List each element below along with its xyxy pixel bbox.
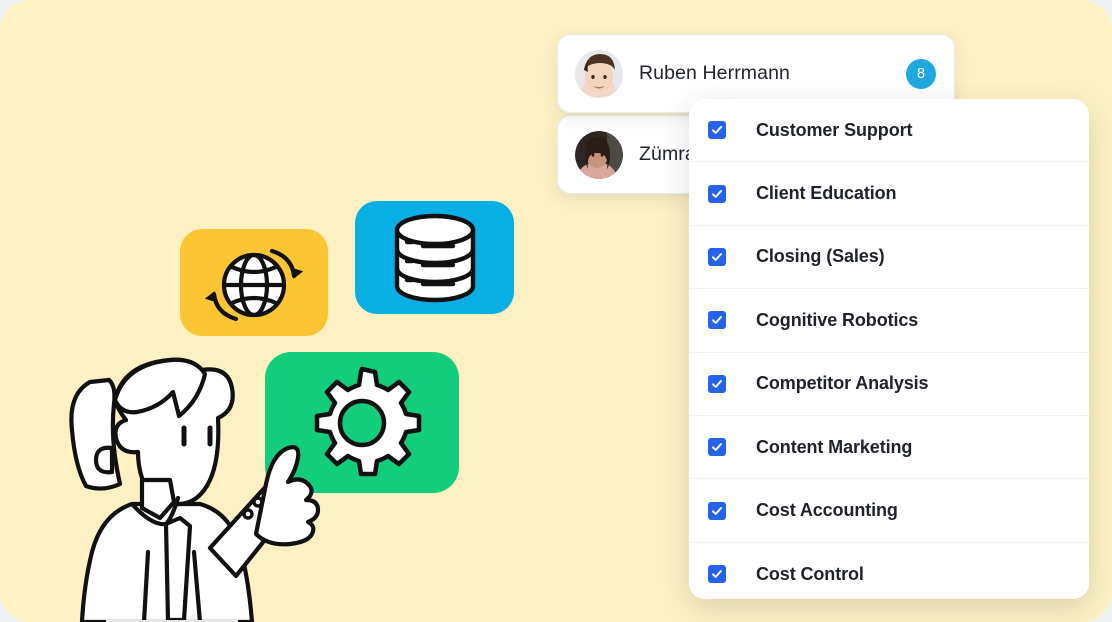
dropdown-item-label: Closing (Sales) — [756, 246, 885, 267]
dropdown-item[interactable]: Content Marketing — [689, 415, 1089, 480]
dropdown-item-label: Client Education — [756, 183, 897, 204]
dropdown-item-label: Content Marketing — [756, 436, 913, 457]
dropdown-item-label: Cost Accounting — [756, 500, 898, 521]
character-woman-pointing — [60, 352, 340, 622]
avatar — [575, 130, 623, 179]
tile-globe-sync — [180, 229, 328, 336]
dropdown-item[interactable]: Cost Accounting — [689, 479, 1089, 543]
checkbox-checked-icon[interactable] — [708, 121, 726, 140]
user-name: Ruben Herrmann — [639, 62, 790, 84]
database-icon — [389, 208, 481, 308]
dropdown-item-label: Competitor Analysis — [756, 373, 929, 394]
dropdown-item-label: Customer Support — [756, 119, 913, 140]
dropdown-item[interactable]: Cost Control — [689, 542, 1089, 599]
status-badge: 8 — [906, 58, 936, 89]
dropdown-item-label: Cognitive Robotics — [756, 309, 919, 330]
checkbox-checked-icon[interactable] — [708, 374, 726, 393]
tile-database — [355, 201, 514, 314]
canvas: Ruben Herrmann 8 Zümra Customer Support … — [0, 0, 1112, 622]
dropdown-item[interactable]: Competitor Analysis — [689, 352, 1089, 416]
multi-select-dropdown[interactable]: Customer Support Client Education Closin… — [689, 99, 1089, 599]
checkbox-checked-icon[interactable] — [708, 247, 726, 266]
checkbox-checked-icon[interactable] — [708, 184, 726, 203]
dropdown-item[interactable]: Cognitive Robotics — [689, 289, 1089, 353]
dropdown-item[interactable]: Customer Support — [689, 99, 1089, 163]
checkbox-checked-icon[interactable] — [708, 438, 726, 457]
dropdown-item[interactable]: Client Education — [689, 162, 1089, 226]
checkbox-checked-icon[interactable] — [708, 501, 726, 520]
checkbox-checked-icon[interactable] — [708, 311, 726, 330]
checkbox-checked-icon[interactable] — [708, 565, 726, 584]
globe-refresh-icon — [198, 239, 310, 327]
dropdown-item[interactable]: Closing (Sales) — [689, 225, 1089, 290]
avatar — [575, 49, 623, 98]
dropdown-item-label: Cost Control — [756, 563, 864, 584]
